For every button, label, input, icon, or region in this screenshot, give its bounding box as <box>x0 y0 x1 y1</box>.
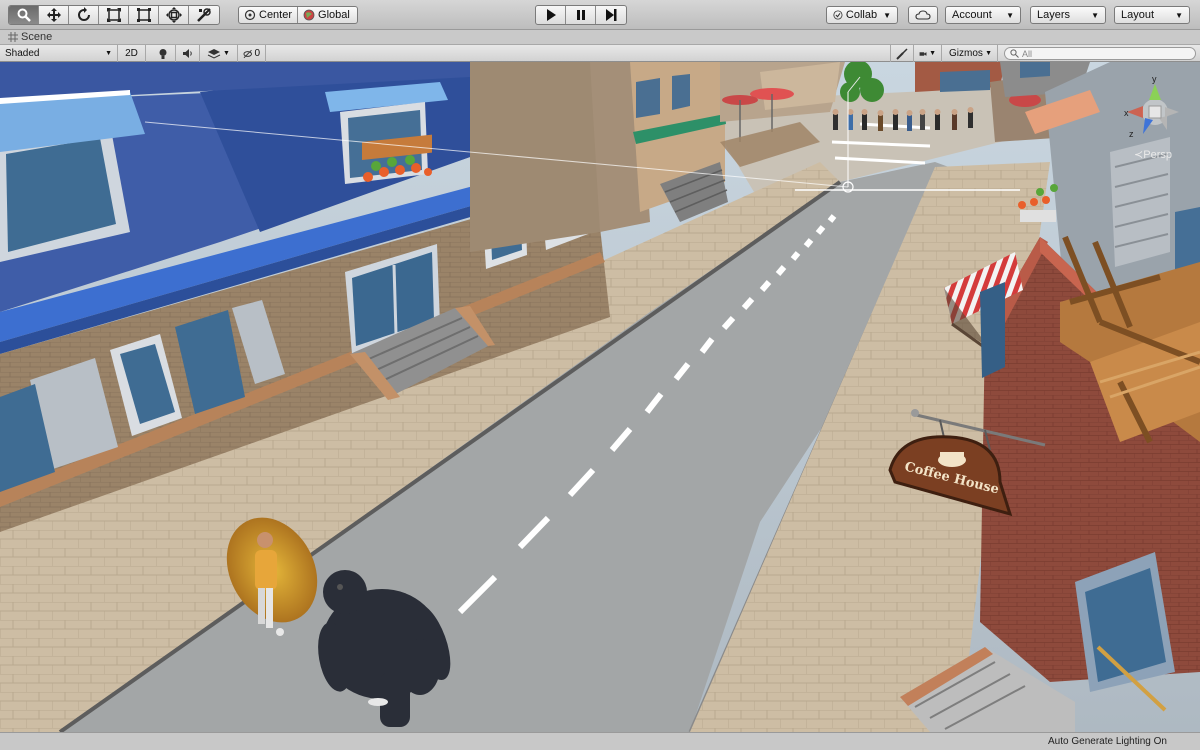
chevron-down-icon: ▼ <box>985 50 992 57</box>
chevron-down-icon: ▼ <box>223 50 230 57</box>
pause-button[interactable] <box>566 6 596 24</box>
layers-label: Layers <box>1037 9 1071 21</box>
chevron-down-icon: ▼ <box>1091 10 1099 20</box>
speaker-icon <box>182 49 192 58</box>
step-button[interactable] <box>596 6 626 24</box>
lighting-toggle[interactable] <box>150 45 176 62</box>
layout-label: Layout <box>1121 9 1155 21</box>
scale-tool-button[interactable] <box>99 6 129 24</box>
mode-2d-label: 2D <box>125 48 138 59</box>
scene-tools-button[interactable] <box>890 45 914 62</box>
rotate-tool-button[interactable] <box>69 6 99 24</box>
move-tool-button[interactable] <box>39 6 69 24</box>
scene-viewport[interactable]: Coffee House x y z ≺Persp <box>0 62 1200 732</box>
cloud-button[interactable] <box>908 6 938 24</box>
status-text: Auto Generate Lighting On <box>1048 736 1167 747</box>
pivot-icon <box>244 9 256 21</box>
playback-controls <box>535 5 627 25</box>
space-global-button[interactable]: Global <box>298 7 355 23</box>
scene-control-bar: Shaded ▼ 2D ▼ 0 ▼ Gizmos ▼ All <box>0 45 1200 62</box>
search-icon <box>1010 49 1019 58</box>
play-button[interactable] <box>536 6 566 24</box>
transform-all-icon <box>165 7 182 23</box>
axis-y-label: y <box>1152 74 1157 84</box>
search-icon <box>17 8 31 22</box>
eye-slash-icon <box>243 49 252 58</box>
scene-tab-header: Scene <box>0 30 1200 45</box>
audio-toggle[interactable] <box>176 45 200 62</box>
status-bar: Auto Generate Lighting On <box>0 732 1200 750</box>
camera-settings-dropdown[interactable]: ▼ <box>914 45 942 62</box>
projection-label: Persp <box>1143 149 1172 161</box>
effects-layers-icon <box>207 48 221 59</box>
hidden-count: 0 <box>254 48 260 59</box>
account-label: Account <box>952 9 992 21</box>
transform-tool-button[interactable] <box>159 6 189 24</box>
play-icon <box>546 9 556 21</box>
chevron-down-icon: ▼ <box>1006 10 1014 20</box>
pivot-label: Center <box>259 9 293 21</box>
globe-icon <box>303 9 315 21</box>
pivot-toggles: Center Global <box>238 6 358 24</box>
effects-dropdown[interactable]: ▼ <box>200 45 238 62</box>
chevron-down-icon: ▼ <box>1175 10 1183 20</box>
scene-grid-icon <box>8 32 18 42</box>
cloud-icon <box>915 10 931 20</box>
gizmos-dropdown[interactable]: Gizmos ▼ <box>944 45 998 62</box>
shading-mode-label: Shaded <box>5 48 40 59</box>
space-label: Global <box>318 9 350 21</box>
hidden-objects-toggle[interactable]: 0 <box>238 45 266 62</box>
collab-check-icon <box>833 10 843 20</box>
axis-x-label: x <box>1124 108 1129 118</box>
step-forward-icon <box>606 9 617 21</box>
scene-render: Coffee House x y z <box>0 62 1200 732</box>
scene-search-field[interactable]: All <box>1004 47 1196 60</box>
main-toolbar: Center Global Collab ▼ Account ▼ Layers … <box>0 0 1200 30</box>
pause-icon <box>576 10 585 20</box>
layers-dropdown[interactable]: Layers ▼ <box>1030 6 1106 24</box>
camera-icon <box>919 51 927 56</box>
rect-tool-button[interactable] <box>129 6 159 24</box>
shading-mode-dropdown[interactable]: Shaded ▼ <box>0 45 118 62</box>
custom-tool-button[interactable] <box>189 6 219 24</box>
rotate-icon <box>77 7 90 21</box>
persp-arrow-icon: ≺ <box>1134 149 1144 161</box>
gizmos-label: Gizmos <box>949 48 983 59</box>
rect-transform-icon <box>136 8 151 22</box>
layout-dropdown[interactable]: Layout ▼ <box>1114 6 1190 24</box>
account-dropdown[interactable]: Account ▼ <box>945 6 1021 24</box>
scale-icon <box>106 8 121 22</box>
pivot-center-button[interactable]: Center <box>239 7 299 23</box>
move-arrows-icon <box>46 8 61 22</box>
tools-icon <box>197 8 211 22</box>
collab-label: Collab <box>845 9 878 21</box>
projection-toggle[interactable]: ≺Persp <box>1134 148 1172 161</box>
search-placeholder: All <box>1022 48 1033 59</box>
tools-icon <box>896 47 908 60</box>
hand-tool-button[interactable] <box>9 6 39 24</box>
light-bulb-icon <box>159 48 166 59</box>
transform-tools <box>8 5 220 25</box>
chevron-down-icon: ▼ <box>105 50 112 57</box>
scene-tab-label: Scene <box>21 31 53 43</box>
chevron-down-icon: ▼ <box>929 50 936 57</box>
mode-2d-toggle[interactable]: 2D <box>118 45 146 62</box>
axis-z-label: z <box>1129 129 1134 139</box>
chevron-down-icon: ▼ <box>883 10 891 20</box>
collab-dropdown[interactable]: Collab ▼ <box>826 6 898 24</box>
tab-scene[interactable]: Scene <box>8 31 52 43</box>
